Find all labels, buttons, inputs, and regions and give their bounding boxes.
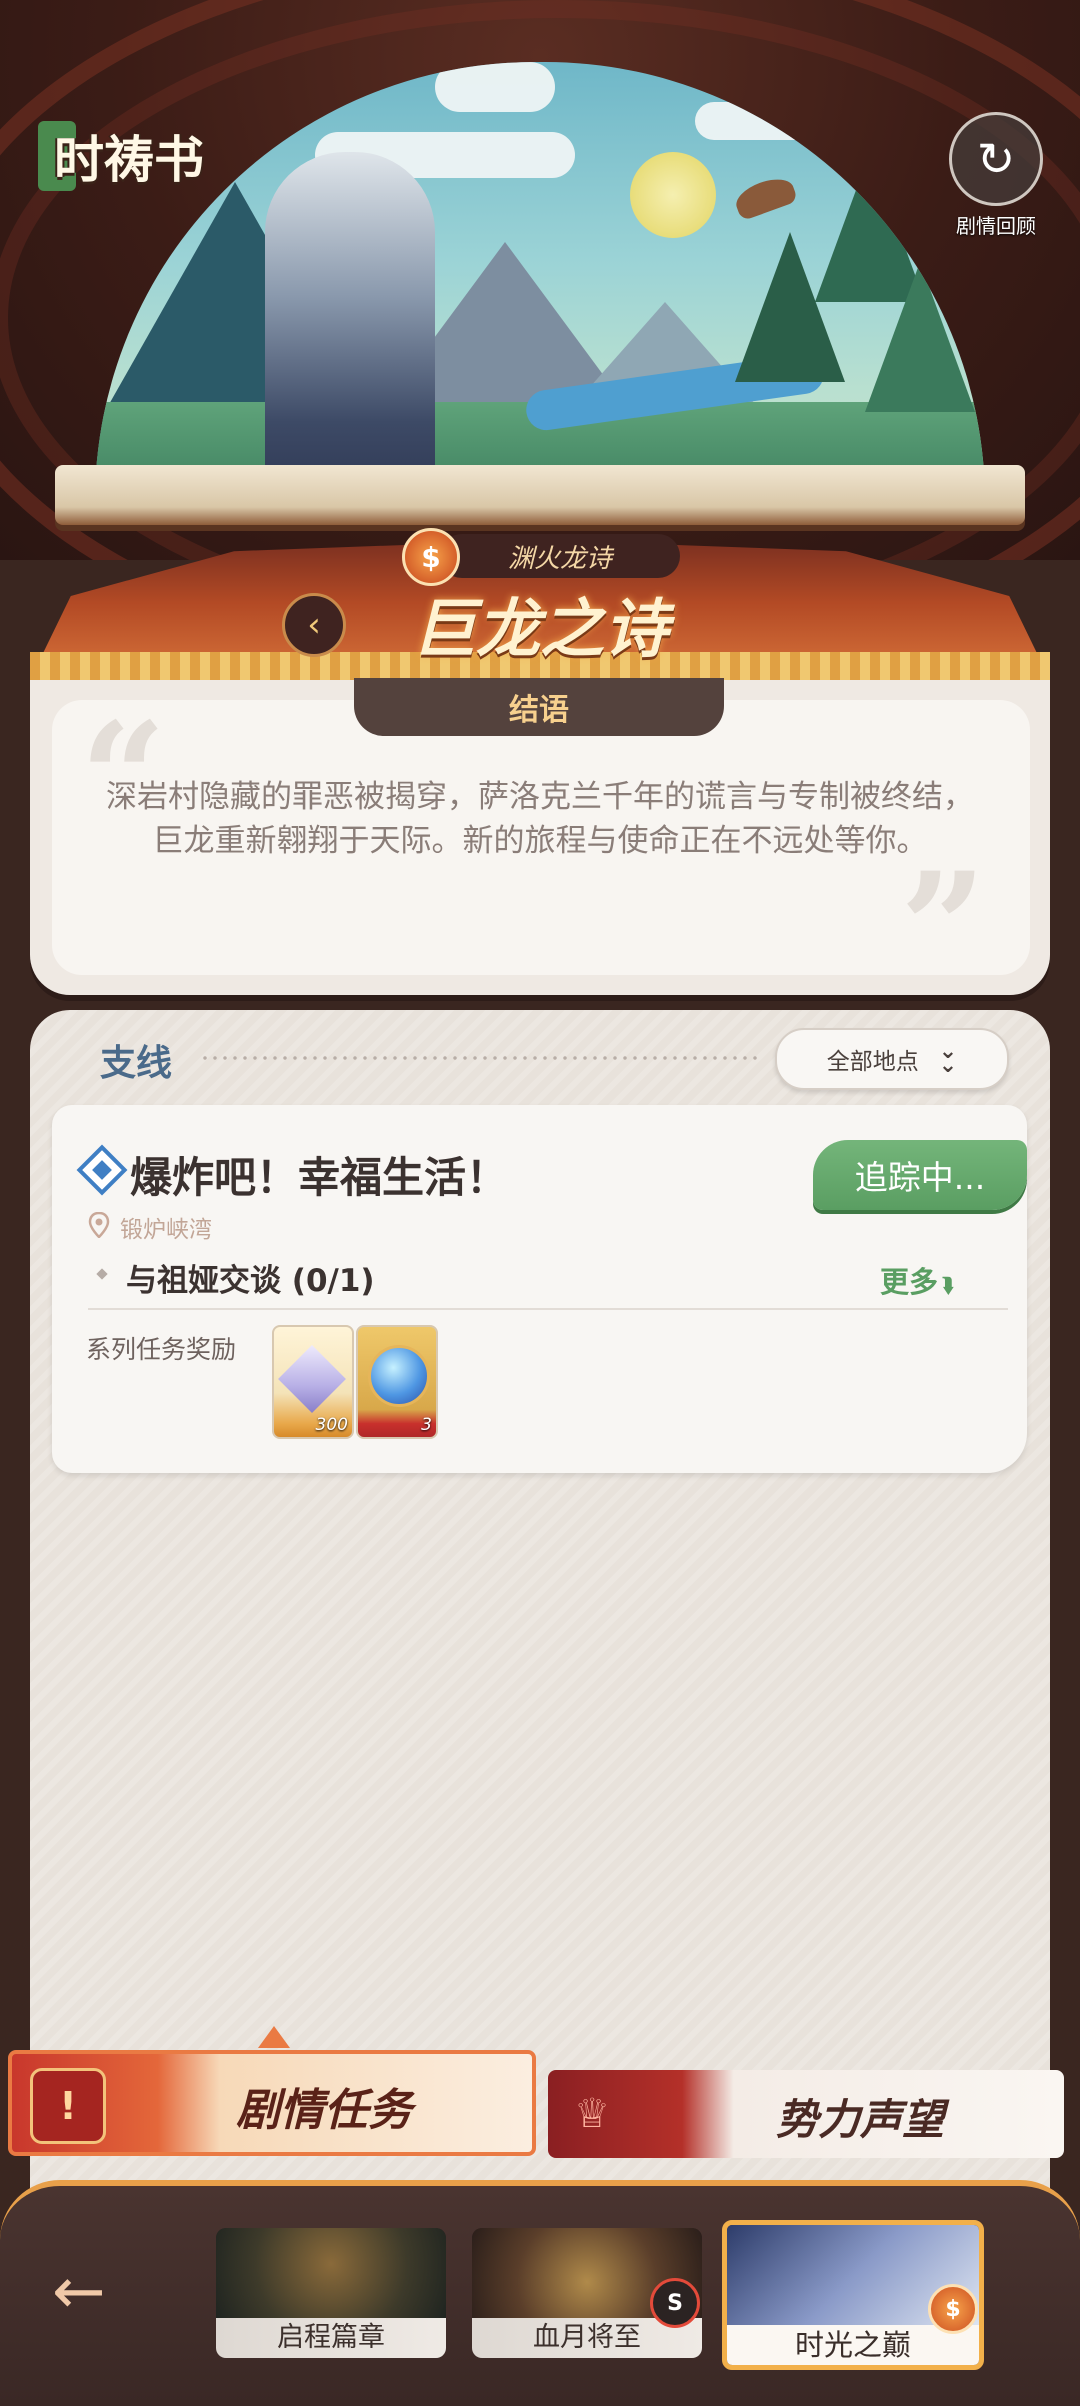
story-illustration bbox=[0, 0, 1080, 560]
more-button[interactable]: 更多 ⮯ bbox=[880, 1259, 954, 1301]
reward-item-orb[interactable]: 3 bbox=[356, 1325, 438, 1439]
story-replay-label: 剧情回顾 bbox=[956, 214, 1036, 238]
logo-text: 时祷书 bbox=[54, 130, 204, 189]
sun bbox=[630, 152, 716, 238]
blue-orb-icon bbox=[368, 1345, 430, 1407]
faction-crest-icon: ♕ bbox=[574, 2091, 610, 2137]
reward-label: 系列任务奖励 bbox=[86, 1335, 237, 1364]
faction-emblem-icon: $ bbox=[928, 2284, 978, 2334]
objective-divider bbox=[88, 1308, 1008, 1310]
chapter-title: 巨龙之诗 bbox=[412, 592, 668, 667]
close-quote-icon: ” bbox=[900, 840, 987, 1016]
dragon bbox=[731, 172, 799, 222]
previous-chapter-button[interactable]: ‹ bbox=[282, 593, 346, 657]
quest-objective: 与祖娅交谈 (0/1) bbox=[126, 1263, 375, 1299]
app-logo: 时祷书 bbox=[38, 118, 204, 194]
quest-location: 锻炉峡湾 bbox=[120, 1217, 212, 1243]
dotted-divider bbox=[200, 1056, 760, 1060]
back-arrow-icon[interactable]: ← bbox=[52, 2260, 132, 2324]
pine-tree bbox=[735, 232, 845, 382]
crystal-gem-icon bbox=[278, 1345, 346, 1413]
reward-quantity: 3 bbox=[421, 1415, 432, 1435]
chapter-label: 启程篇章 bbox=[216, 2318, 446, 2358]
location-filter-dropdown[interactable]: 全部地点 ⌄ ⌄ bbox=[775, 1028, 1009, 1090]
pine-tree bbox=[865, 262, 975, 412]
location-filter-label: 全部地点 bbox=[826, 1049, 919, 1075]
chevron-left-icon: ‹ bbox=[307, 605, 321, 645]
elder-figure bbox=[265, 152, 435, 502]
double-chevron-down-icon: ⌄ ⌄ bbox=[938, 1039, 958, 1078]
reward-quantity: 300 bbox=[315, 1415, 348, 1435]
quest-title: 爆炸吧！幸福生活！ bbox=[130, 1153, 509, 1202]
chapter-subtitle: 渊火龙诗 bbox=[440, 534, 680, 578]
cloud bbox=[695, 102, 875, 140]
double-chevron-down-icon: ⮯ bbox=[942, 1273, 954, 1297]
more-label: 更多 bbox=[880, 1265, 939, 1299]
location-pin-icon bbox=[88, 1212, 110, 1238]
chapter-art bbox=[216, 2228, 446, 2318]
tab-story-label: 剧情任务 bbox=[236, 2085, 412, 2136]
replay-icon: ↻ bbox=[949, 112, 1043, 206]
open-book bbox=[55, 465, 1025, 525]
reward-item-crystal[interactable]: 300 bbox=[272, 1325, 354, 1439]
tab-faction-label: 势力声望 bbox=[776, 2095, 945, 2144]
story-quest-icon: ! bbox=[30, 2068, 106, 2144]
chapter-seal-icon: S bbox=[650, 2278, 700, 2328]
ending-tab: 结语 bbox=[354, 678, 724, 736]
chapter-card-1[interactable]: 启程篇章 bbox=[216, 2228, 446, 2358]
side-quest-title: 支线 bbox=[100, 1043, 173, 1084]
story-replay-button[interactable]: ↻ 剧情回顾 bbox=[948, 112, 1044, 239]
cloud bbox=[435, 62, 555, 112]
active-tab-pointer bbox=[258, 2026, 290, 2048]
tracking-button[interactable]: 追踪中... bbox=[813, 1140, 1027, 1210]
ending-text: 深岩村隐藏的罪恶被揭穿，萨洛克兰千年的谎言与专制被终结，巨龙重新翱翔于天际。新的… bbox=[106, 779, 974, 859]
